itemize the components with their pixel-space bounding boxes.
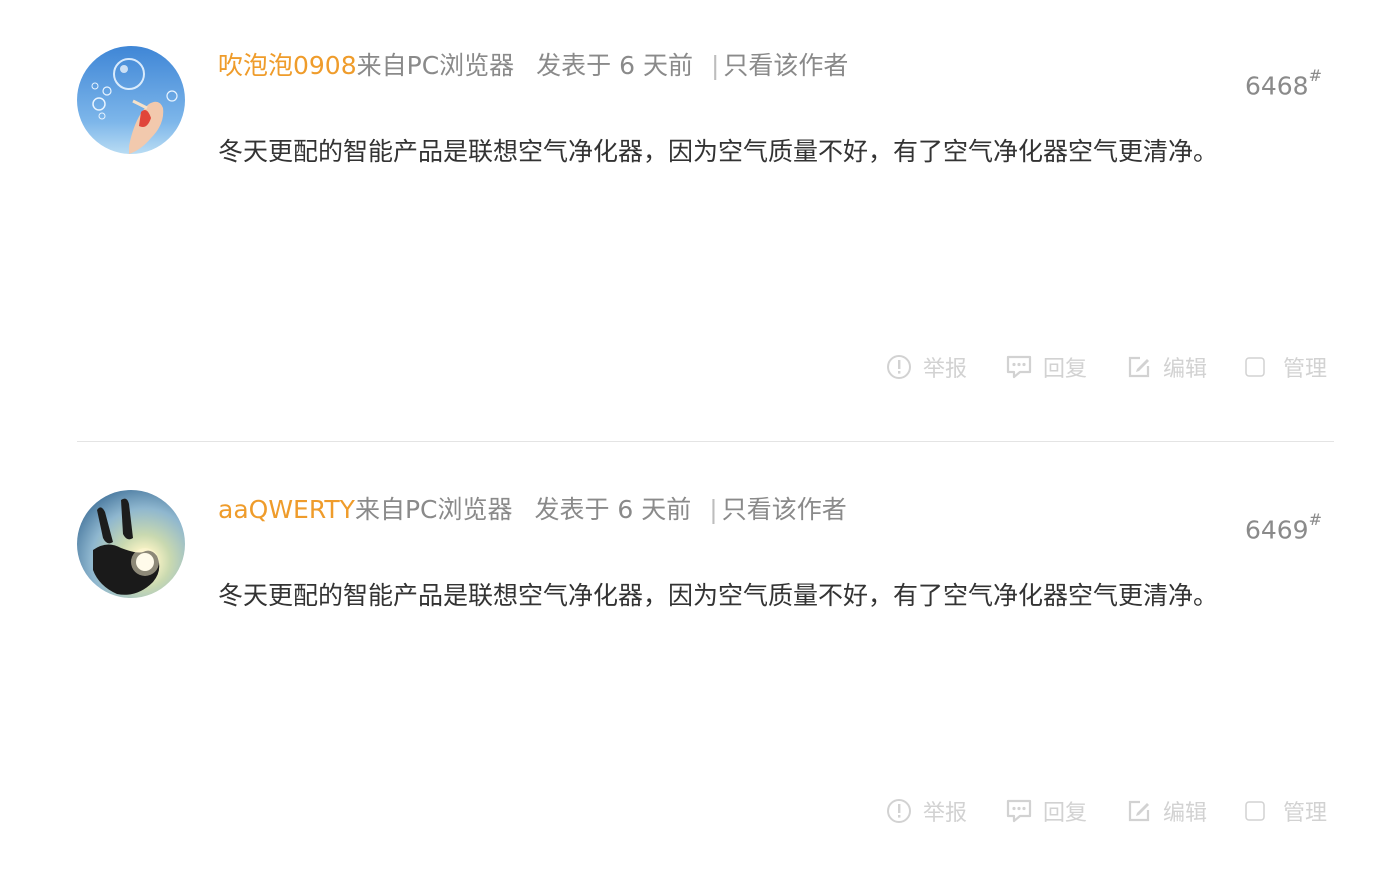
manage-label: 管理 [1282, 357, 1327, 382]
post-time: 发表于 6 天前 [534, 495, 692, 524]
reply-label: 回复 [1042, 357, 1087, 382]
post-item: aaQWERTY来自PC浏览器 发表于 6 天前 | 只看该作者 6469# 冬天更配… [0, 444, 1391, 864]
post-actions: 举报 回复 编辑 管理 [885, 347, 1327, 387]
speech-bubble-icon [1005, 353, 1033, 381]
post-content: 冬天更配的智能产品是联想空气净化器，因为空气质量不好，有了空气净化器空气更清净。 [218, 581, 1219, 610]
post-meta: aaQWERTY来自PC浏览器 发表于 6 天前 | 只看该作者 [218, 492, 847, 528]
manage-label: 管理 [1282, 801, 1327, 826]
edit-button[interactable]: 编辑 [1125, 351, 1207, 383]
meta-separator: | [710, 51, 720, 80]
author-only-link[interactable]: 只看该作者 [722, 495, 847, 524]
floor-value: 6468 [1244, 71, 1309, 101]
post-divider [77, 441, 1334, 442]
pencil-square-icon [1125, 353, 1153, 381]
reply-label: 回复 [1042, 801, 1087, 826]
floor-mark: # [1308, 510, 1322, 529]
source-label: 来自PC浏览器 [354, 495, 513, 524]
author-only-link[interactable]: 只看该作者 [723, 51, 848, 80]
speech-bubble-icon [1005, 797, 1033, 825]
post-actions: 举报 回复 编辑 管理 [885, 791, 1327, 831]
exclamation-circle-icon [885, 797, 913, 825]
report-button[interactable]: 举报 [885, 795, 967, 827]
avatar-hand-sun-image [77, 490, 185, 598]
post-list: 吹泡泡0908来自PC浏览器 发表于 6 天前 | 只看该作者 6468# 冬天更配的… [0, 0, 1391, 871]
edit-button[interactable]: 编辑 [1125, 795, 1207, 827]
checkbox-icon[interactable] [1245, 801, 1265, 821]
report-label: 举报 [922, 357, 967, 382]
avatar[interactable] [77, 46, 185, 154]
post-item: 吹泡泡0908来自PC浏览器 发表于 6 天前 | 只看该作者 6468# 冬天更配的… [0, 0, 1391, 420]
manage-button[interactable]: 管理 [1245, 351, 1327, 383]
floor-number[interactable]: 6469# [1245, 506, 1322, 548]
report-label: 举报 [922, 801, 967, 826]
manage-button[interactable]: 管理 [1245, 795, 1327, 827]
reply-button[interactable]: 回复 [1005, 795, 1087, 827]
floor-number[interactable]: 6468# [1245, 62, 1322, 104]
post-meta: 吹泡泡0908来自PC浏览器 发表于 6 天前 | 只看该作者 [218, 48, 848, 84]
avatar[interactable] [77, 490, 185, 598]
floor-mark: # [1308, 66, 1322, 85]
username-link[interactable]: aaQWERTY [218, 495, 355, 524]
checkbox-icon[interactable] [1245, 357, 1265, 377]
pencil-square-icon [1125, 797, 1153, 825]
post-time: 发表于 6 天前 [536, 51, 693, 80]
reply-button[interactable]: 回复 [1005, 351, 1087, 383]
post-content: 冬天更配的智能产品是联想空气净化器，因为空气质量不好，有了空气净化器空气更清净。 [218, 137, 1219, 166]
exclamation-circle-icon [885, 353, 913, 381]
edit-label: 编辑 [1162, 801, 1207, 826]
meta-separator: | [709, 495, 718, 524]
username-link[interactable]: 吹泡泡0908 [218, 51, 357, 80]
source-label: 来自PC浏览器 [356, 51, 515, 80]
report-button[interactable]: 举报 [885, 351, 967, 383]
floor-value: 6469 [1244, 515, 1309, 545]
avatar-bubbles-image [77, 46, 185, 154]
edit-label: 编辑 [1162, 357, 1207, 382]
